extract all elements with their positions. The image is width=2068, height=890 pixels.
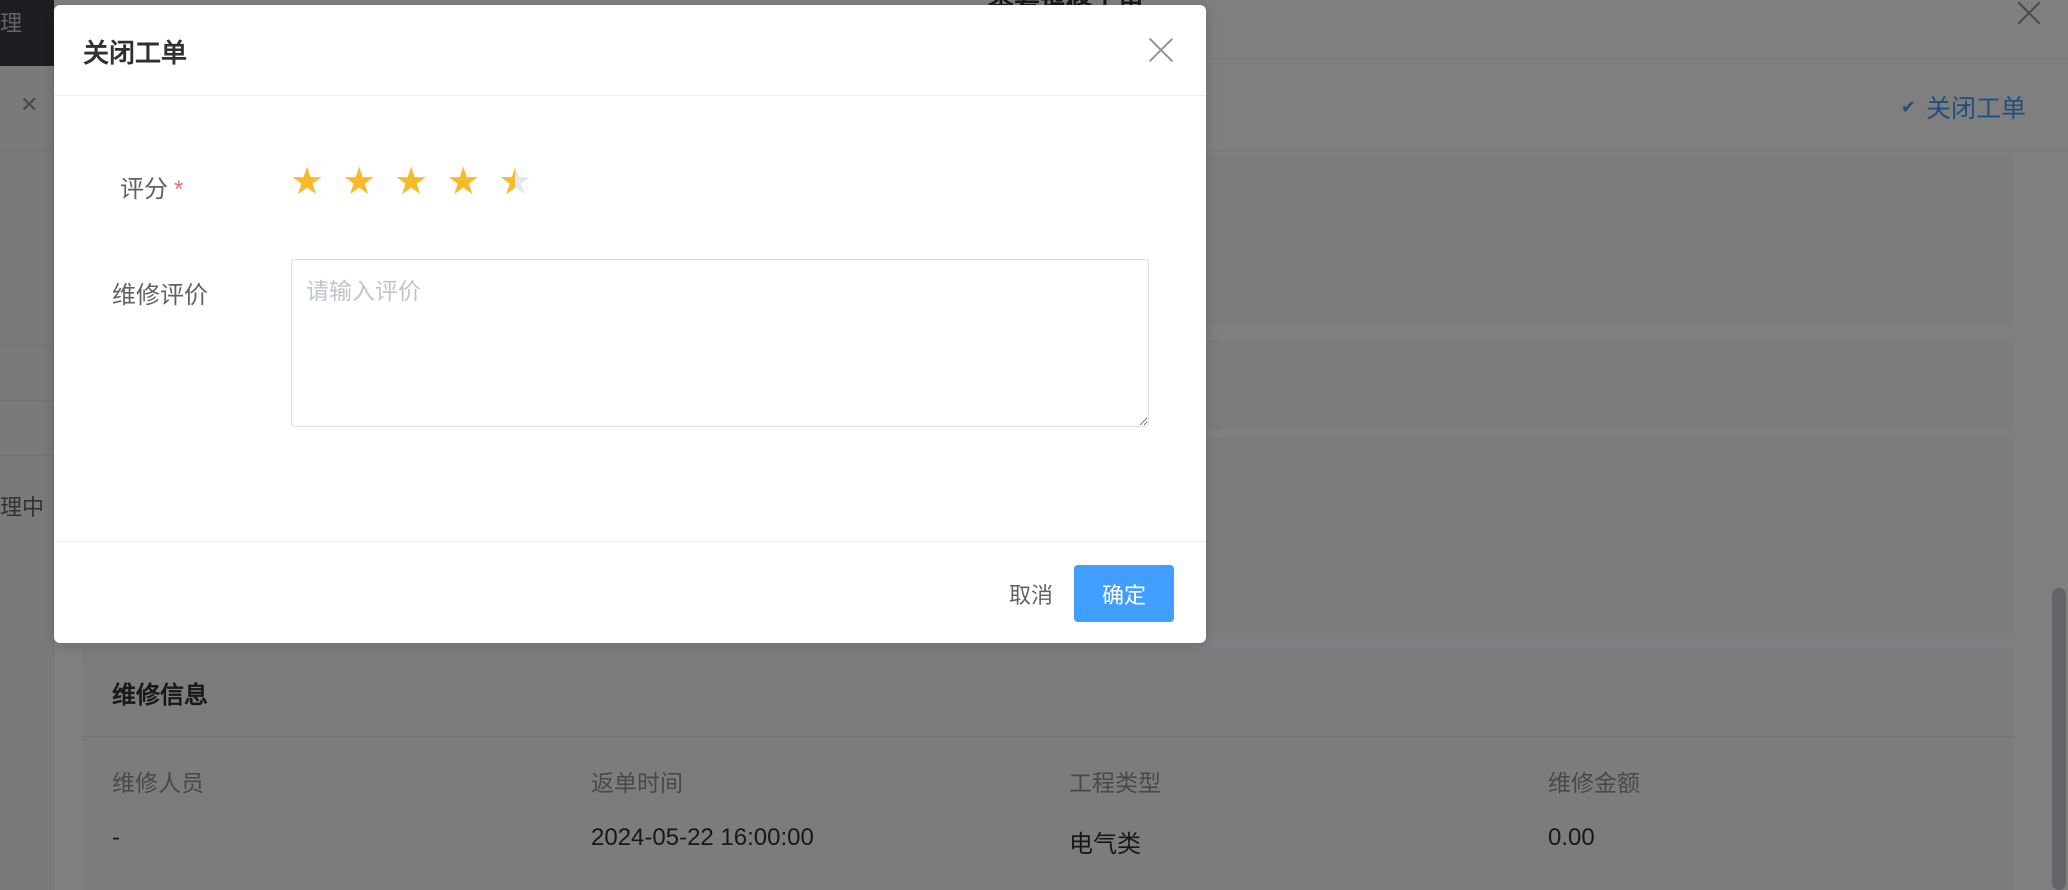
dialog-header: 关闭工单 bbox=[54, 5, 1206, 96]
confirm-button[interactable]: 确定 bbox=[1074, 565, 1174, 622]
comment-textarea[interactable] bbox=[291, 259, 1149, 427]
star-icon[interactable]: ★ bbox=[342, 162, 376, 202]
star-icon[interactable]: ★ bbox=[446, 162, 480, 202]
star-icon[interactable]: ★ bbox=[290, 162, 324, 202]
rating-stars[interactable]: ★★★★★★ bbox=[290, 162, 532, 202]
star-icon[interactable]: ★★ bbox=[498, 162, 532, 202]
comment-label: 维修评价 bbox=[112, 282, 208, 309]
cancel-button[interactable]: 取消 bbox=[974, 565, 1088, 622]
star-half-fill: ★ bbox=[498, 162, 515, 202]
score-label: 评分 * bbox=[120, 169, 183, 204]
dialog-title: 关闭工单 bbox=[83, 38, 188, 68]
score-label-text: 评分 bbox=[120, 176, 168, 203]
dialog-footer-divider bbox=[54, 541, 1206, 542]
required-mark: * bbox=[174, 176, 184, 203]
close-order-dialog: 关闭工单 评分* ★★★★★★ 维修评价 取消 确定 bbox=[54, 5, 1206, 643]
dialog-close-icon[interactable] bbox=[1148, 37, 1174, 63]
star-icon[interactable]: ★ bbox=[394, 162, 428, 202]
